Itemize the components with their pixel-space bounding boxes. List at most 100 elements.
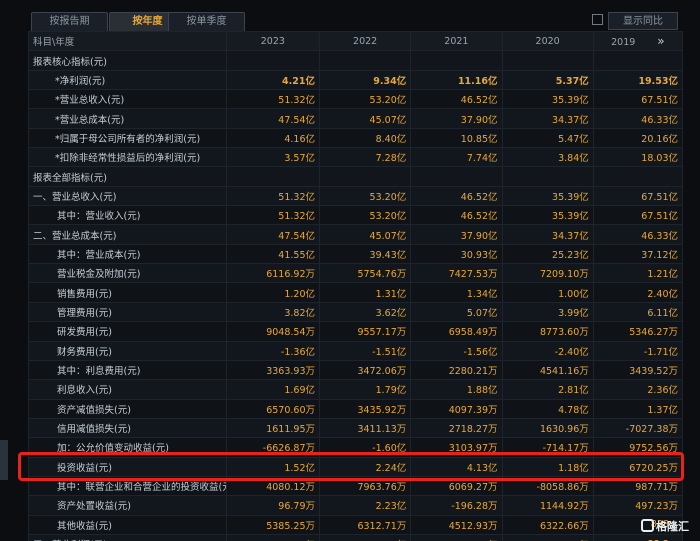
cell-value: 67.51亿 [592, 185, 684, 207]
cell-value: 4097.39万 [410, 398, 503, 419]
cell-value: 1.79亿 [318, 379, 412, 400]
table-row: 一、营业总收入(元) 51.32亿 53.20亿 46.52亿 35.39亿 67.51亿 [28, 185, 684, 207]
table-row: 其中：营业成本(元) 41.55亿 39.43亿 30.93亿 25.23亿 37.12亿 [28, 243, 684, 265]
cell-value: 7.74亿 [410, 147, 503, 168]
cell-value: 4512.93万 [410, 514, 503, 535]
cell-value: 45.07亿 [318, 108, 412, 129]
year-2023: 2023 [225, 30, 321, 52]
cell-value: 5.19亿 [225, 533, 321, 541]
cell-value: 4.78亿 [501, 398, 594, 419]
section-row: 报表核心指标(元) [28, 50, 684, 71]
row-label: 报表全部指标(元) [28, 166, 227, 187]
table-row: *扣除非经常性损益后的净利润(元) 3.57亿 7.28亿 7.74亿 3.84亿 18.… [28, 147, 684, 168]
cell-value: 3.99亿 [501, 301, 594, 323]
table-row: 其他收益(元) 5385.25万 6312.71万 4512.93万 6322.66万 8… [28, 514, 684, 535]
cell-value: 3411.13万 [318, 417, 412, 439]
cell-value: 1.88亿 [410, 379, 503, 400]
row-label: *营业总收入(元) [28, 89, 227, 110]
cell-value: 2280.21万 [410, 359, 503, 381]
cell-value: 19.53亿 [592, 69, 684, 91]
cell-value: 53.20亿 [318, 185, 412, 207]
cell-value: 25.23亿 [501, 243, 594, 265]
cell-value: 6570.60万 [225, 398, 321, 419]
cell-value: 1.31亿 [318, 282, 412, 303]
cell-value: 51.32亿 [225, 185, 321, 207]
cell-value: 1144.92万 [501, 495, 594, 516]
cell-value: 8.40亿 [318, 127, 412, 149]
logo-icon [641, 519, 654, 532]
cell-value: 46.52亿 [410, 205, 503, 226]
table-header: 科目\年度 2023 2022 2021 2020 2019» [28, 30, 684, 52]
cell-value: 20.16亿 [592, 127, 684, 149]
row-label: 其中：营业收入(元) [28, 205, 227, 226]
cell-value: 96.79万 [225, 495, 321, 516]
side-handle[interactable] [0, 440, 8, 480]
cell-value: 7427.53万 [410, 263, 503, 284]
table-row: 资产处置收益(元) 96.79万 2.23亿 -196.28万 1144.92万 497.… [28, 495, 684, 516]
cell-value: -1.56亿 [410, 340, 503, 361]
cell-value: 13.48亿 [410, 533, 503, 541]
cell-value: 1.21亿 [592, 263, 684, 284]
cell-value: 37.90亿 [410, 108, 503, 129]
cell-value [592, 166, 684, 187]
row-label: 三、营业利润(元) [28, 533, 227, 541]
cell-value: 2.23亿 [318, 495, 412, 516]
cell-value: 46.52亿 [410, 89, 503, 110]
row-label: *扣除非经常性损益后的净利润(元) [28, 147, 227, 168]
cell-value: 497.23万 [592, 495, 684, 516]
cell-value: 3363.93万 [225, 359, 321, 381]
row-label: 营业税金及附加(元) [28, 263, 227, 284]
tab-bar: 按报告期 按年度 按单季度 显示同比 [0, 0, 700, 31]
cell-value: -7027.38万 [592, 417, 684, 439]
cell-value: 4.16亿 [225, 127, 321, 149]
cell-value: 47.54亿 [225, 108, 321, 129]
tab-by-quarter[interactable]: 按单季度 [168, 12, 245, 31]
cell-value: 39.43亿 [318, 243, 412, 265]
tab-by-report-period[interactable]: 按报告期 [31, 12, 108, 31]
cell-value: 41.55亿 [225, 243, 321, 265]
cell-value: 5.37亿 [501, 69, 594, 91]
cell-value: 11.25亿 [318, 533, 412, 541]
row-label: 资产处置收益(元) [28, 495, 227, 516]
cell-value: 67.51亿 [592, 205, 684, 226]
table-row: *归属于母公司所有者的净利润(元) 4.16亿 8.40亿 10.85亿 5.47亿 20… [28, 127, 684, 149]
cell-value [318, 50, 412, 71]
row-label: 二、营业总成本(元) [28, 224, 227, 245]
cell-value: 1630.96万 [501, 417, 594, 439]
cell-value: 8773.60万 [501, 321, 594, 342]
cell-value: 34.37亿 [501, 224, 594, 245]
cell-value: 6312.71万 [318, 514, 412, 535]
cell-value: 37.90亿 [410, 224, 503, 245]
cell-value: 2718.27万 [410, 417, 503, 439]
table-row: 资产减值损失(元) 6570.60万 3435.92万 4097.39万 4.78亿 1.… [28, 398, 684, 419]
row-label: 一、营业总收入(元) [28, 185, 227, 207]
table-row: 其中：营业收入(元) 51.32亿 53.20亿 46.52亿 35.39亿 67.51亿 [28, 205, 684, 226]
table-row: *净利润(元) 4.21亿 9.34亿 11.16亿 5.37亿 19.53亿 [28, 69, 684, 91]
cell-value: 5346.27万 [592, 321, 684, 342]
row-label: 资产减值损失(元) [28, 398, 227, 419]
year-2021: 2021 [410, 30, 503, 52]
cell-value: 34.37亿 [501, 108, 594, 129]
row-label: *归属于母公司所有者的净利润(元) [28, 127, 227, 149]
cell-value: -1.71亿 [592, 340, 684, 361]
table-row: 研发费用(元) 9048.54万 9557.17万 6958.49万 8773.60万 5… [28, 321, 684, 342]
cell-value: 1.20亿 [225, 282, 321, 303]
cell-value: 35.39亿 [501, 185, 594, 207]
highlight-box [18, 452, 684, 481]
table-row: *营业总收入(元) 51.32亿 53.20亿 46.52亿 35.39亿 67.51亿 [28, 89, 684, 110]
row-label: *净利润(元) [28, 69, 227, 91]
cell-value: -1.36亿 [225, 340, 321, 361]
table-row: 利息收入(元) 1.69亿 1.79亿 1.88亿 2.81亿 2.36亿 [28, 379, 684, 400]
compare-button[interactable]: 显示同比 [608, 12, 678, 30]
cell-value: 1.34亿 [410, 282, 503, 303]
table-row: 信用减值损失(元) 1611.95万 3411.13万 2718.27万 1630.96… [28, 417, 684, 439]
compare-checkbox[interactable] [592, 14, 603, 25]
table-row: 营业税金及附加(元) 6116.92万 5754.76万 7427.53万 7209.1… [28, 263, 684, 284]
header-label: 科目\年度 [28, 30, 227, 52]
cell-value: 30.93亿 [410, 243, 503, 265]
table-row: 三、营业利润(元)5.19亿11.25亿13.48亿6.80亿22.3... [28, 533, 684, 541]
cell-value: 2.40亿 [592, 282, 684, 303]
more-icon[interactable]: » [657, 34, 664, 48]
cell-value: -1.51亿 [318, 340, 412, 361]
cell-value: 5754.76万 [318, 263, 412, 284]
